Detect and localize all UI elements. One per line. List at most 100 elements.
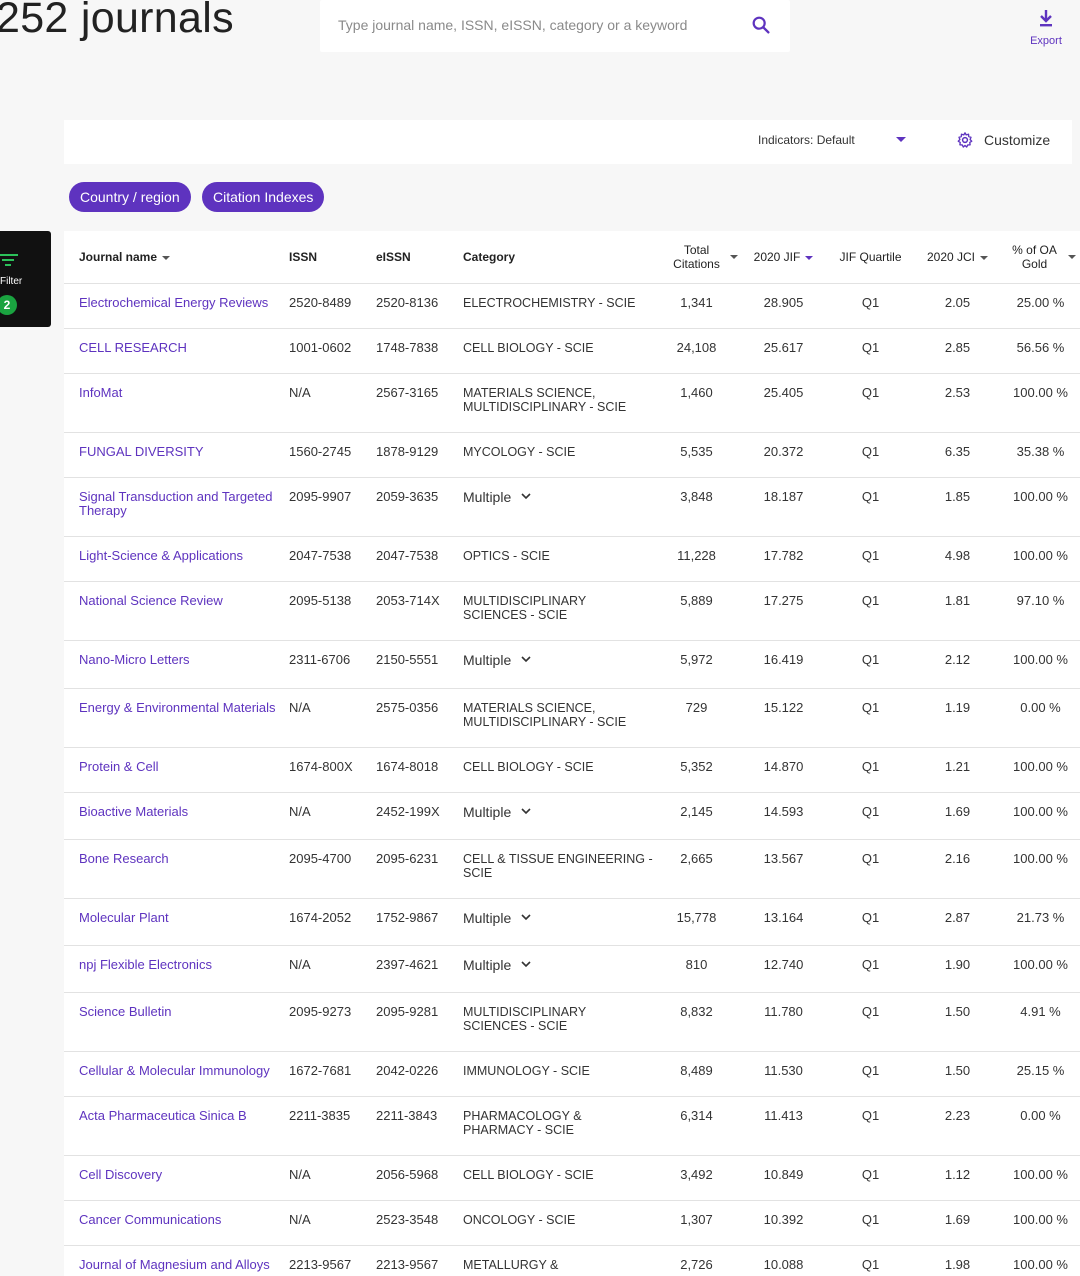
export-button[interactable]: Export (1024, 8, 1068, 47)
jif-quartile-cell: Q1 (827, 477, 914, 537)
filter-panel[interactable]: Filter 2 (0, 231, 51, 327)
table-row: Science Bulletin 2095-9273 2095-9281 MULTID… (64, 992, 1080, 1052)
search-input[interactable] (338, 0, 748, 50)
oa-gold-cell: 35.38 % (1001, 432, 1080, 478)
journal-link[interactable]: CELL RESEARCH (79, 340, 187, 355)
journal-link[interactable]: InfoMat (79, 385, 122, 400)
issn-cell: N/A (289, 792, 376, 840)
col-oa-gold[interactable]: % of OA Gold (1001, 231, 1080, 284)
eissn-cell: 2567-3165 (376, 373, 463, 433)
multiple-categories-toggle[interactable]: Multiple (463, 490, 531, 504)
journal-link[interactable]: Cellular & Molecular Immunology (79, 1063, 270, 1078)
category-value: Multiple (463, 651, 512, 668)
indicators-dropdown[interactable]: Indicators: Default (758, 133, 910, 147)
table-row: Electrochemical Energy Reviews 2520-8489 2… (64, 283, 1080, 329)
col-oa-label-1: % of OA (1012, 242, 1057, 257)
jif-quartile-cell: Q1 (827, 328, 914, 374)
eissn-cell: 2452-199X (376, 792, 463, 840)
journal-link[interactable]: Cell Discovery (79, 1167, 162, 1182)
col-total-citations[interactable]: Total Citations (653, 231, 740, 284)
table-row: Cellular & Molecular Immunology 1672-7681… (64, 1051, 1080, 1097)
journals-table: Journal name ISSN eISSN Category Total C… (64, 231, 1080, 1276)
jif-quartile-cell: Q1 (827, 688, 914, 748)
jif-quartile-cell: Q1 (827, 536, 914, 582)
sort-icon[interactable] (1068, 255, 1076, 259)
customize-button[interactable]: Customize (956, 131, 1050, 149)
eissn-cell: 1878-9129 (376, 432, 463, 478)
journal-link[interactable]: Molecular Plant (79, 910, 169, 925)
jci-cell: 1.90 (914, 945, 1001, 993)
journal-link[interactable]: Science Bulletin (79, 1004, 172, 1019)
total-citations-cell: 24,108 (653, 328, 740, 374)
journal-link[interactable]: Bone Research (79, 851, 169, 866)
total-citations-cell: 3,848 (653, 477, 740, 537)
jci-cell: 2.12 (914, 640, 1001, 689)
issn-cell: N/A (289, 1200, 376, 1246)
multiple-categories-toggle[interactable]: Multiple (463, 653, 531, 667)
journal-link[interactable]: National Science Review (79, 593, 223, 608)
table-row: Cell Discovery N/A 2056-5968 CELL BIOLOGY -… (64, 1155, 1080, 1201)
jif-cell: 25.405 (740, 373, 827, 433)
sort-icon[interactable] (980, 255, 989, 260)
chevron-down-icon (521, 961, 531, 968)
jif-quartile-cell: Q1 (827, 792, 914, 840)
journal-link[interactable]: Energy & Environmental Materials (79, 700, 276, 715)
eissn-cell: 2213-9567 (376, 1245, 463, 1276)
category-value: Multiple (463, 956, 512, 973)
total-citations-cell: 6,314 (653, 1096, 740, 1156)
col-issn: ISSN (289, 231, 376, 284)
journal-link[interactable]: npj Flexible Electronics (79, 957, 212, 972)
sort-icon[interactable] (162, 255, 171, 260)
col-eissn: eISSN (376, 231, 463, 284)
sort-icon[interactable] (730, 255, 738, 259)
journal-link[interactable]: Journal of Magnesium and Alloys (79, 1257, 270, 1272)
category-cell: Multiple (463, 640, 653, 689)
journal-link[interactable]: Acta Pharmaceutica Sinica B (79, 1108, 247, 1123)
journal-link[interactable]: Signal Transduction and Targeted Therapy (79, 489, 272, 518)
jci-cell: 1.69 (914, 1200, 1001, 1246)
journal-link[interactable]: Light-Science & Applications (79, 548, 243, 563)
table-row: Energy & Environmental Materials N/A 2575-… (64, 688, 1080, 748)
multiple-categories-toggle[interactable]: Multiple (463, 958, 531, 972)
total-citations-cell: 1,460 (653, 373, 740, 433)
journal-link[interactable]: Nano-Micro Letters (79, 652, 190, 667)
eissn-cell: 1752-9867 (376, 898, 463, 946)
col-jci[interactable]: 2020 JCI (914, 231, 1001, 284)
journal-link[interactable]: Cancer Communications (79, 1212, 221, 1227)
total-citations-cell: 729 (653, 688, 740, 748)
journal-name-cell: Bone Research (64, 839, 289, 899)
search-icon[interactable] (750, 14, 772, 36)
category-cell: METALLURGY & (463, 1245, 653, 1276)
journal-link[interactable]: Electrochemical Energy Reviews (79, 295, 268, 310)
jci-cell: 2.85 (914, 328, 1001, 374)
eissn-cell: 2056-5968 (376, 1155, 463, 1201)
jif-quartile-cell: Q1 (827, 1245, 914, 1276)
eissn-cell: 2095-6231 (376, 839, 463, 899)
multiple-categories-toggle[interactable]: Multiple (463, 805, 531, 819)
journal-name-cell: FUNGAL DIVERSITY (64, 432, 289, 478)
eissn-cell: 2211-3843 (376, 1096, 463, 1156)
jci-cell: 1.50 (914, 1051, 1001, 1097)
table-row: Cancer Communications N/A 2523-3548 ONCOLOG… (64, 1200, 1080, 1246)
journal-link[interactable]: FUNGAL DIVERSITY (79, 444, 203, 459)
oa-gold-cell: 100.00 % (1001, 792, 1080, 840)
col-journal-name[interactable]: Journal name (64, 231, 289, 284)
category-cell: CELL BIOLOGY - SCIE (463, 747, 653, 793)
jci-cell: 1.85 (914, 477, 1001, 537)
jif-quartile-cell: Q1 (827, 283, 914, 329)
multiple-categories-toggle[interactable]: Multiple (463, 911, 531, 925)
jif-cell: 17.275 (740, 581, 827, 641)
country-region-chip[interactable]: Country / region (69, 182, 191, 212)
sort-icon[interactable] (805, 255, 814, 260)
chevron-down-icon[interactable] (896, 137, 906, 142)
oa-gold-cell: 100.00 % (1001, 1155, 1080, 1201)
total-citations-cell: 810 (653, 945, 740, 993)
category-cell: OPTICS - SCIE (463, 536, 653, 582)
journal-name-cell: Electrochemical Energy Reviews (64, 283, 289, 329)
journal-link[interactable]: Bioactive Materials (79, 804, 188, 819)
citation-indexes-chip[interactable]: Citation Indexes (202, 182, 325, 212)
jif-cell: 16.419 (740, 640, 827, 689)
col-jif[interactable]: 2020 JIF (740, 231, 827, 284)
journal-link[interactable]: Protein & Cell (79, 759, 158, 774)
category-cell: CELL BIOLOGY - SCIE (463, 328, 653, 374)
